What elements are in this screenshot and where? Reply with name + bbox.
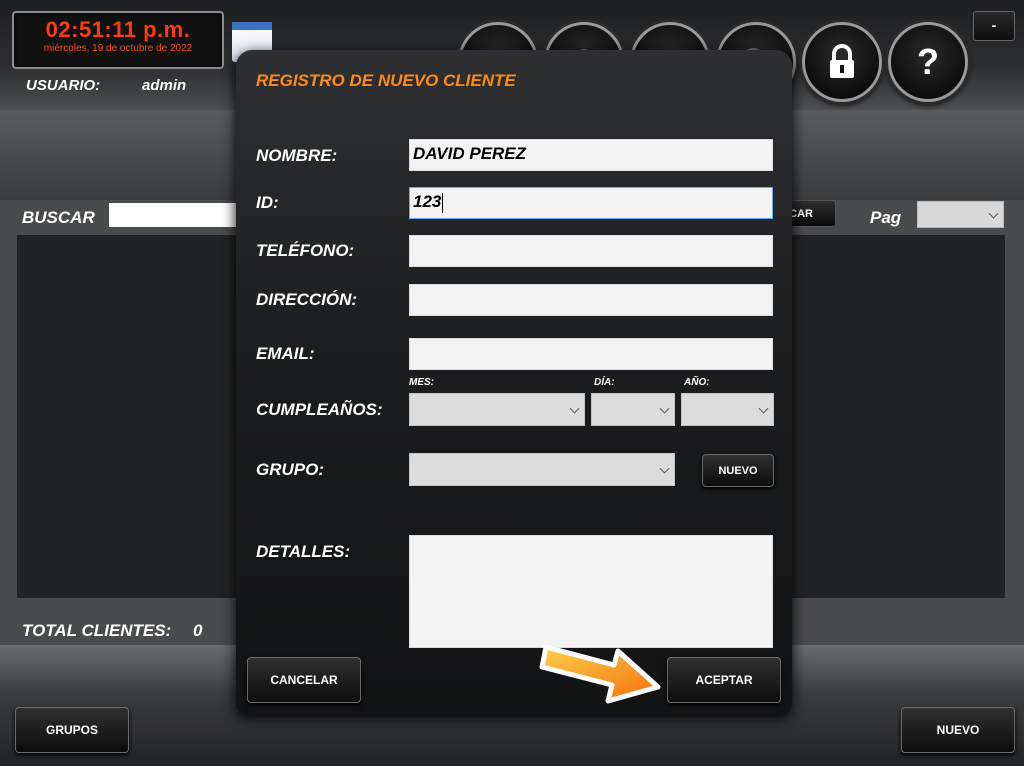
new-client-button[interactable]: NUEVO [901, 707, 1015, 753]
help-icon: ? [917, 41, 939, 82]
minimize-button[interactable]: - [973, 11, 1015, 41]
phone-label: TELÉFONO: [256, 241, 355, 260]
search-input[interactable] [109, 203, 249, 227]
clock-panel: 02:51:11 p.m. miércoles, 19 de octubre d… [12, 11, 224, 69]
user-name: admin [142, 77, 187, 94]
month-label: MES: [409, 377, 434, 388]
chevron-down-icon [659, 403, 670, 414]
orange-arrow-icon [539, 644, 661, 704]
birthday-label: CUMPLEAÑOS: [256, 400, 383, 419]
total-clients-value: 0 [193, 621, 203, 640]
group-select[interactable] [409, 453, 675, 486]
id-label: ID: [256, 193, 279, 212]
lock-icon [830, 44, 854, 78]
page-select[interactable] [917, 201, 1004, 228]
birth-month-select[interactable] [409, 393, 585, 426]
name-field[interactable]: DAVID PEREZ [409, 139, 773, 171]
email-field[interactable] [409, 338, 773, 370]
id-value: 123 [413, 192, 442, 211]
chevron-down-icon [569, 403, 580, 414]
text-caret [442, 192, 444, 213]
birth-day-select[interactable] [591, 393, 675, 426]
group-label: GRUPO: [256, 460, 324, 479]
total-clients-label: TOTAL CLIENTES: [22, 621, 172, 640]
details-label: DETALLES: [256, 542, 351, 561]
chevron-down-icon [758, 403, 769, 414]
new-group-button[interactable]: NUEVO [702, 454, 774, 487]
clock-time: 02:51:11 p.m. [45, 17, 191, 42]
phone-field[interactable] [409, 235, 773, 267]
day-label: DÍA: [594, 377, 615, 388]
name-label: NOMBRE: [256, 146, 338, 165]
birth-year-select[interactable] [681, 393, 774, 426]
address-field[interactable] [409, 284, 773, 316]
year-label: AÑO: [684, 377, 710, 388]
cancel-button[interactable]: CANCELAR [247, 657, 361, 703]
clock-date: miércoles, 19 de octubre de 2022 [43, 43, 193, 54]
page-label: Pag [870, 208, 902, 227]
search-label: BUSCAR [22, 208, 95, 227]
email-label: EMAIL: [256, 344, 315, 363]
chevron-down-icon [988, 208, 999, 219]
dialog-title: REGISTRO DE NUEVO CLIENTE [256, 71, 516, 90]
chevron-down-icon [659, 463, 670, 474]
id-field[interactable]: 123 [409, 187, 773, 219]
new-client-dialog: REGISTRO DE NUEVO CLIENTE NOMBRE: DAVID … [236, 50, 792, 714]
user-label: USUARIO: [26, 77, 101, 94]
accept-button[interactable]: ACEPTAR [667, 657, 781, 703]
lock-button[interactable] [802, 22, 882, 102]
groups-button[interactable]: GRUPOS [15, 707, 129, 753]
help-button[interactable]: ? [888, 22, 968, 102]
address-label: DIRECCIÓN: [256, 290, 358, 309]
